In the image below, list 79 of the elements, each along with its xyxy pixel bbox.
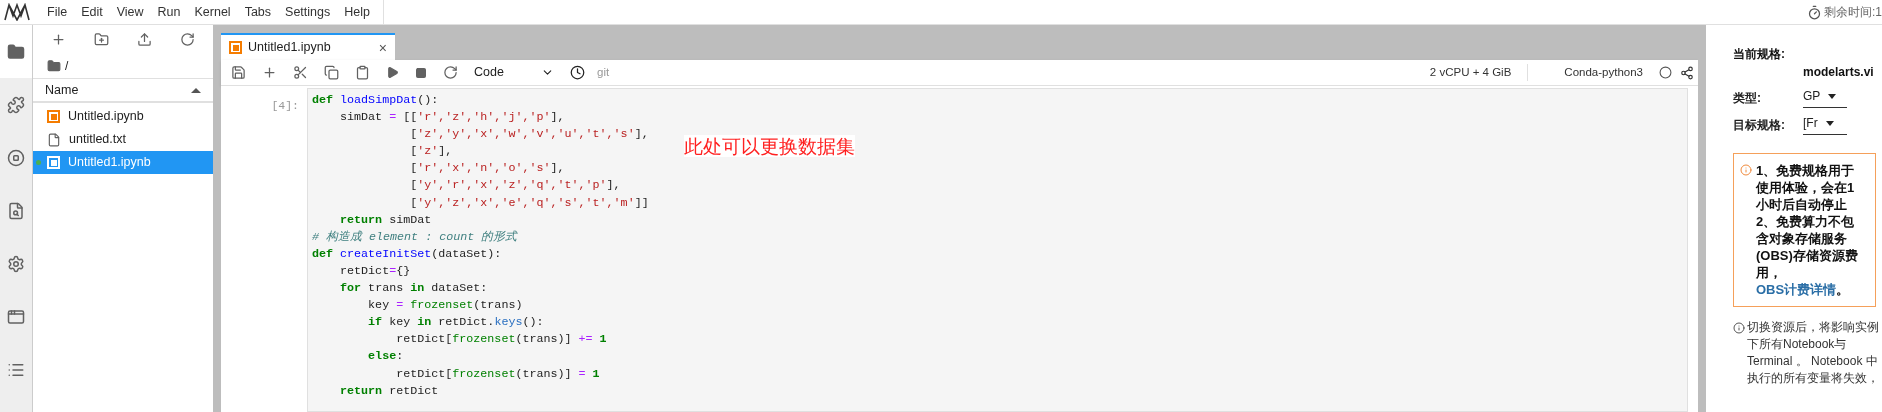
stop-icon[interactable] xyxy=(7,148,25,167)
cell-prompt: [4]: xyxy=(271,99,299,112)
info-icon xyxy=(1740,164,1752,176)
menu-item[interactable]: Run xyxy=(150,2,188,22)
menu-item[interactable]: Tabs xyxy=(237,2,279,22)
new-launcher-icon[interactable] xyxy=(51,31,66,47)
notebook-icon xyxy=(229,41,242,54)
code-line: retDict[frozenset(trans)] = 1 xyxy=(395,365,600,383)
code-line: def createInitSet(dataSet): xyxy=(312,245,502,263)
code-cell[interactable] xyxy=(307,88,1688,412)
warning-text: 切换资源后，将影响实例下所有Notebook与Terminal 。 Notebook 中执行的所有变量将失效， xyxy=(1747,319,1880,387)
restart-icon[interactable] xyxy=(443,65,458,80)
code-line: return simDat xyxy=(339,211,432,229)
copy-icon[interactable] xyxy=(324,65,339,80)
target-spec-label: 目标规格: xyxy=(1733,116,1786,134)
code-line: else: xyxy=(367,348,404,366)
type-dropdown[interactable]: GP xyxy=(1803,87,1847,108)
caret-icon xyxy=(1825,120,1834,126)
add-cell-icon[interactable] xyxy=(262,65,277,80)
browser-entry[interactable]: untitled.txt xyxy=(33,128,213,151)
cell-type-dropdown[interactable]: Code xyxy=(474,63,554,82)
target-spec-dropdown[interactable]: [Fr xyxy=(1803,114,1847,135)
clock-icon[interactable] xyxy=(570,65,585,80)
notebook-tab[interactable]: Untitled1.ipynb × xyxy=(221,33,395,60)
type-label: 类型: xyxy=(1733,89,1762,107)
timer-icon xyxy=(1807,4,1822,20)
code-line: key = frozenset(trans) xyxy=(367,297,523,315)
code-line: ['z'], xyxy=(409,143,453,161)
menu-item[interactable]: View xyxy=(109,2,151,22)
paste-icon[interactable] xyxy=(355,65,370,80)
kernel-name[interactable]: Conda-python3 xyxy=(1564,63,1643,82)
folder-icon[interactable] xyxy=(47,58,61,73)
info-icon xyxy=(1733,322,1745,334)
save-icon[interactable] xyxy=(231,65,246,80)
notebook-icon xyxy=(47,156,60,169)
code-line: if key in retDict.keys(): xyxy=(367,314,544,332)
settings-icon[interactable] xyxy=(7,254,25,273)
menu-item[interactable]: Help xyxy=(337,2,377,22)
refresh-icon[interactable] xyxy=(180,31,195,47)
stop-icon[interactable] xyxy=(415,66,427,79)
code-line: ['r','x','n','o','s'], xyxy=(409,160,565,178)
code-line: retDict[frozenset(trans)] += 1 xyxy=(395,331,607,349)
window-icon[interactable] xyxy=(7,307,25,326)
sort-up-icon xyxy=(191,87,201,93)
upload-icon[interactable] xyxy=(137,31,152,47)
code-line: retDict={} xyxy=(339,262,411,280)
code-line: ['y','r','x','z','q','t','p'], xyxy=(409,177,621,195)
logo-icon xyxy=(4,3,30,21)
file-icon xyxy=(47,132,61,147)
new-folder-icon[interactable] xyxy=(94,31,109,47)
menu-item[interactable]: Kernel xyxy=(187,2,238,22)
code-line: ['z','y','x','w','v','u','t','s'], xyxy=(409,126,649,144)
menu-item[interactable]: Settings xyxy=(278,2,338,22)
breadcrumb-path[interactable]: / xyxy=(65,56,69,75)
kernel-status-icon xyxy=(1659,66,1672,79)
resource-label: 2 vCPU + 4 GiB xyxy=(1429,63,1529,82)
file-search-icon[interactable] xyxy=(7,201,25,220)
code-line: return retDict xyxy=(339,382,439,400)
menu-item[interactable]: File xyxy=(40,2,75,22)
cut-icon[interactable] xyxy=(293,65,308,80)
code-line: ['y','z','x','e','q','s','t','m']] xyxy=(409,194,649,212)
code-line: for trans in dataSet: xyxy=(339,280,488,298)
browser-entry[interactable]: Untitled.ipynb xyxy=(33,105,213,128)
notebook-icon xyxy=(47,110,60,123)
code-line: # 构造成 element : count 的形式 xyxy=(312,228,518,246)
current-spec-value: modelarts.vi xyxy=(1803,64,1875,81)
run-icon[interactable] xyxy=(386,66,399,79)
notice-text: 1、免费规格用于使用体验，会在1小时后自动停止 2、免费算力不包含对象存储服务(OBS)存储资源费用， OBS计费详情。 xyxy=(1756,162,1859,298)
current-spec-label: 当前规格: xyxy=(1733,46,1786,63)
folder-icon[interactable] xyxy=(7,42,25,61)
close-icon[interactable]: × xyxy=(378,40,387,55)
code-line: def loadSimpDat(): xyxy=(312,92,439,109)
share-icon[interactable] xyxy=(1680,65,1694,80)
obs-link[interactable]: OBS计费详情 xyxy=(1756,282,1837,297)
code-line: simDat = [['r','z','h','j','p'], xyxy=(339,109,565,127)
remaining-time: 剩余时间:1 xyxy=(1824,4,1882,21)
caret-icon xyxy=(1828,93,1837,99)
menu-item[interactable]: Edit xyxy=(74,2,110,22)
annotation-text: 此处可以更换数据集 xyxy=(684,135,855,157)
